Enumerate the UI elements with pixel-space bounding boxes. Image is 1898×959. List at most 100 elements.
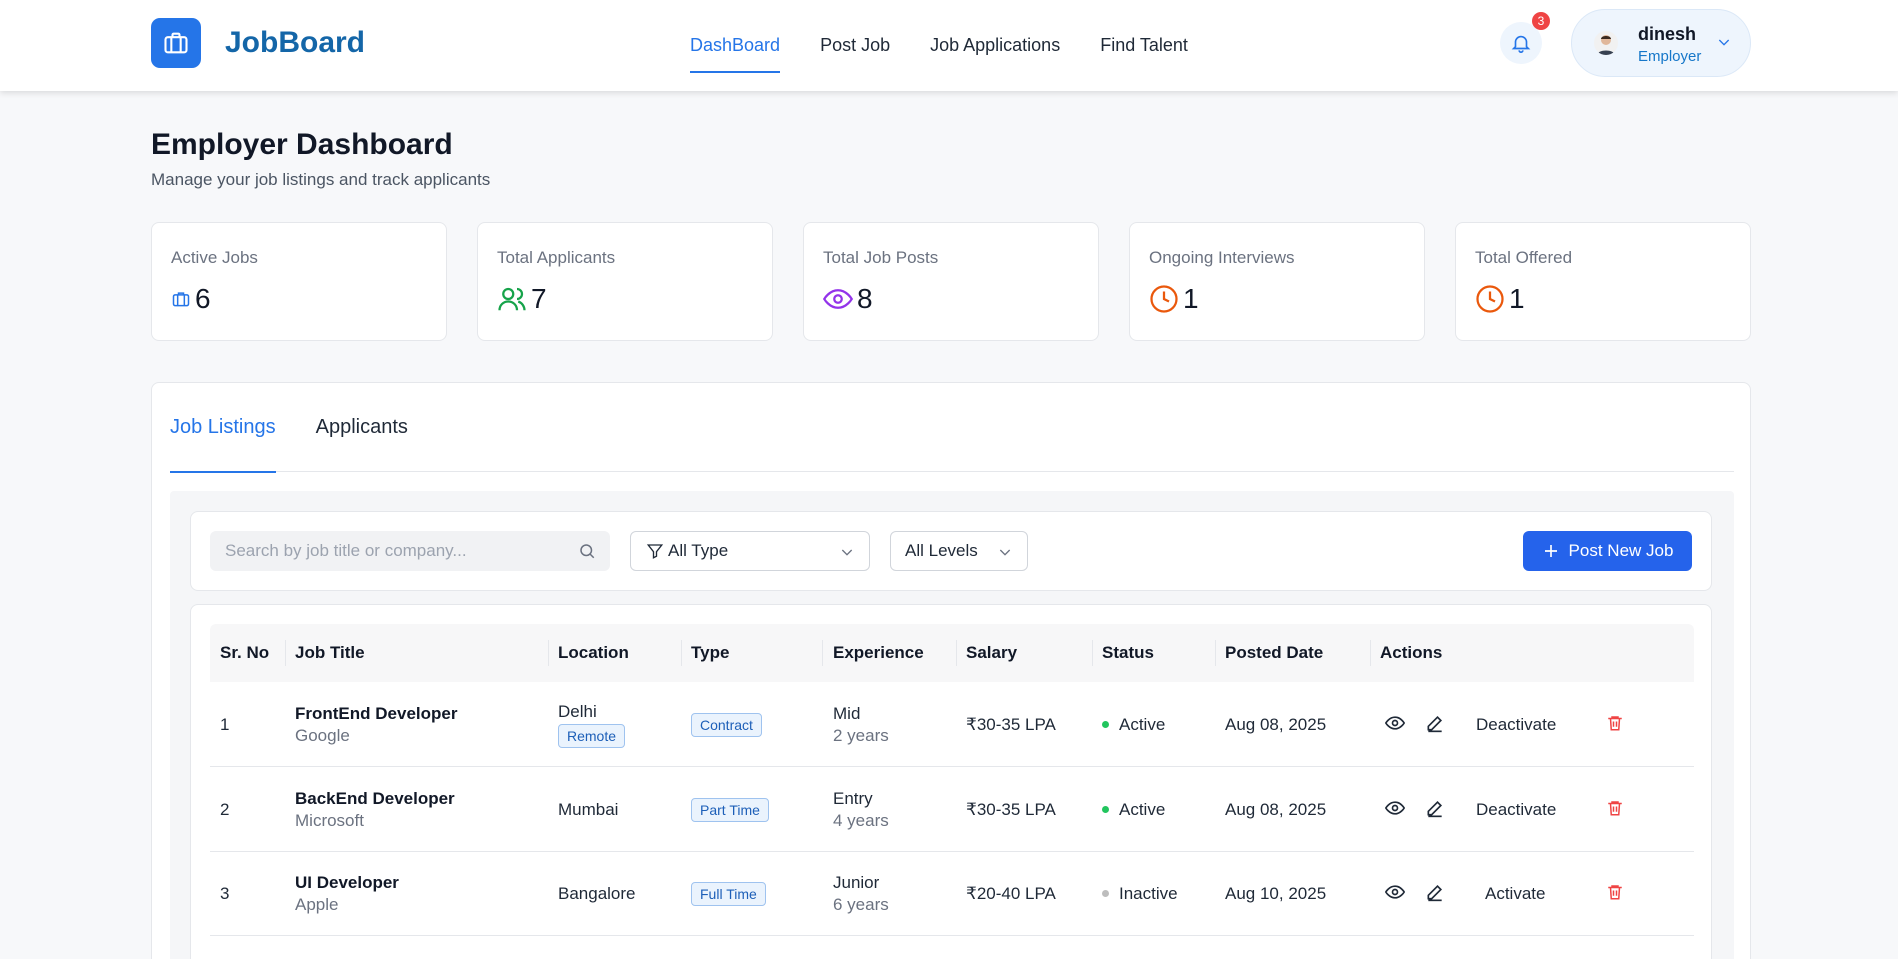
row-sr: 3: [220, 883, 230, 903]
experience-level: Mid: [833, 703, 861, 723]
avatar: [1594, 31, 1618, 55]
view-icon[interactable]: [1385, 713, 1405, 733]
tab-applicants[interactable]: Applicants: [316, 383, 408, 472]
table-row: 3 UI Developer Apple Bangalore Full Time…: [210, 851, 1694, 936]
table-row: 2 BackEnd Developer Microsoft Mumbai Par…: [210, 767, 1694, 852]
main-nav: DashBoard Post Job Job Applications Find…: [690, 0, 1188, 91]
filter-bar: All Type All Levels Post New Job: [190, 511, 1712, 591]
salary: ₹30-35 LPA: [966, 714, 1056, 734]
eye-icon: [823, 289, 853, 309]
nav-job-applications[interactable]: Job Applications: [930, 0, 1060, 91]
type-select-value: All Type: [668, 541, 729, 560]
users-icon: [498, 287, 526, 311]
status-dot: [1102, 890, 1109, 897]
table-row: 1 FrontEnd Developer Google Delhi Remote…: [210, 682, 1694, 767]
page-subtitle: Manage your job listings and track appli…: [151, 170, 491, 189]
chevron-down-icon: [1718, 39, 1730, 46]
row-sr: 2: [220, 799, 230, 819]
stat-card-total-applicants: Total Applicants 7: [477, 222, 773, 341]
company-name: Apple: [295, 894, 339, 914]
tab-bar: Job Listings Applicants: [170, 383, 1734, 473]
delete-icon[interactable]: [1606, 882, 1624, 902]
job-title: FrontEnd Developer: [295, 703, 458, 723]
stat-card-ongoing-interviews: Ongoing Interviews 1: [1129, 222, 1425, 341]
experience-level: Junior: [833, 872, 880, 892]
deactivate-button[interactable]: Deactivate: [1476, 767, 1556, 852]
experience-years: 4 years: [833, 810, 889, 830]
table-header: Sr. No Job Title Location Type Experienc…: [210, 624, 1694, 682]
logo-icon[interactable]: [151, 18, 201, 68]
user-menu[interactable]: dinesh Employer: [1571, 9, 1751, 77]
level-select[interactable]: All Levels: [890, 531, 1028, 571]
view-icon[interactable]: [1385, 882, 1405, 902]
posted-date: Aug 10, 2025: [1225, 883, 1327, 903]
search-input[interactable]: [210, 531, 550, 571]
col-sr-no: Sr. No: [220, 643, 270, 662]
col-location: Location: [558, 643, 629, 662]
job-location: Delhi: [558, 701, 597, 721]
activate-button[interactable]: Activate: [1485, 851, 1545, 936]
status-text: Active: [1119, 714, 1166, 734]
col-type: Type: [691, 643, 730, 662]
salary: ₹30-35 LPA: [966, 799, 1056, 819]
logo-text[interactable]: JobBoard: [225, 26, 365, 60]
experience-years: 6 years: [833, 894, 889, 914]
col-posted-date: Posted Date: [1225, 643, 1324, 662]
job-panel: Job Listings Applicants All Type All Lev…: [151, 382, 1751, 959]
tab-job-listings[interactable]: Job Listings: [170, 383, 276, 473]
type-select[interactable]: All Type: [630, 531, 870, 571]
briefcase-icon: [172, 292, 190, 307]
post-new-job-button[interactable]: Post New Job: [1523, 531, 1692, 571]
experience-years: 2 years: [833, 725, 889, 745]
job-location: Bangalore: [558, 883, 636, 903]
stat-value: 8: [857, 283, 873, 314]
chevron-down-icon: [841, 549, 853, 556]
col-experience: Experience: [833, 643, 924, 662]
col-salary: Salary: [966, 643, 1018, 662]
nav-post-job[interactable]: Post Job: [820, 0, 890, 91]
col-actions: Actions: [1380, 643, 1443, 662]
stat-value: 1: [1509, 283, 1525, 314]
edit-icon[interactable]: [1425, 882, 1445, 902]
stat-value: 6: [195, 283, 211, 314]
company-name: Microsoft: [295, 810, 364, 830]
filter-icon: [646, 544, 664, 559]
stat-label: Total Job Posts: [823, 248, 939, 267]
jobs-table: Sr. No Job Title Location Type Experienc…: [190, 604, 1712, 959]
view-icon[interactable]: [1385, 798, 1405, 818]
status-dot: [1102, 721, 1109, 728]
chevron-down-icon: [999, 549, 1011, 556]
job-type-tag: Part Time: [691, 797, 769, 822]
edit-icon[interactable]: [1425, 713, 1445, 733]
remote-tag: Remote: [558, 723, 626, 748]
clock-icon: [1476, 285, 1504, 313]
bell-icon: [1511, 35, 1531, 53]
stat-value: 7: [531, 283, 547, 314]
search-icon[interactable]: [578, 542, 596, 560]
job-location: Mumbai: [558, 799, 619, 819]
col-status: Status: [1102, 643, 1154, 662]
stat-card-active-jobs: Active Jobs 6: [151, 222, 447, 341]
job-title: BackEnd Developer: [295, 788, 455, 808]
notification-badge: 3: [1532, 12, 1550, 30]
status-text: Active: [1119, 799, 1166, 819]
status-dot: [1102, 806, 1109, 813]
user-role: Employer: [1638, 48, 1702, 65]
edit-icon[interactable]: [1425, 798, 1445, 818]
posted-date: Aug 08, 2025: [1225, 714, 1327, 734]
user-name: dinesh: [1638, 24, 1697, 44]
company-name: Google: [295, 725, 350, 745]
stat-label: Total Applicants: [497, 248, 616, 267]
stat-label: Total Offered: [1475, 248, 1573, 267]
stat-card-total-offered: Total Offered 1: [1455, 222, 1751, 341]
nav-dashboard[interactable]: DashBoard: [690, 0, 781, 91]
delete-icon[interactable]: [1606, 798, 1624, 818]
stat-value: 1: [1183, 283, 1199, 314]
delete-icon[interactable]: [1606, 713, 1624, 733]
level-select-value: All Levels: [905, 541, 978, 560]
nav-find-talent[interactable]: Find Talent: [1100, 0, 1188, 91]
row-sr: 1: [220, 714, 230, 734]
deactivate-button[interactable]: Deactivate: [1476, 682, 1556, 767]
salary: ₹20-40 LPA: [966, 883, 1056, 903]
plus-icon: [1544, 545, 1557, 557]
